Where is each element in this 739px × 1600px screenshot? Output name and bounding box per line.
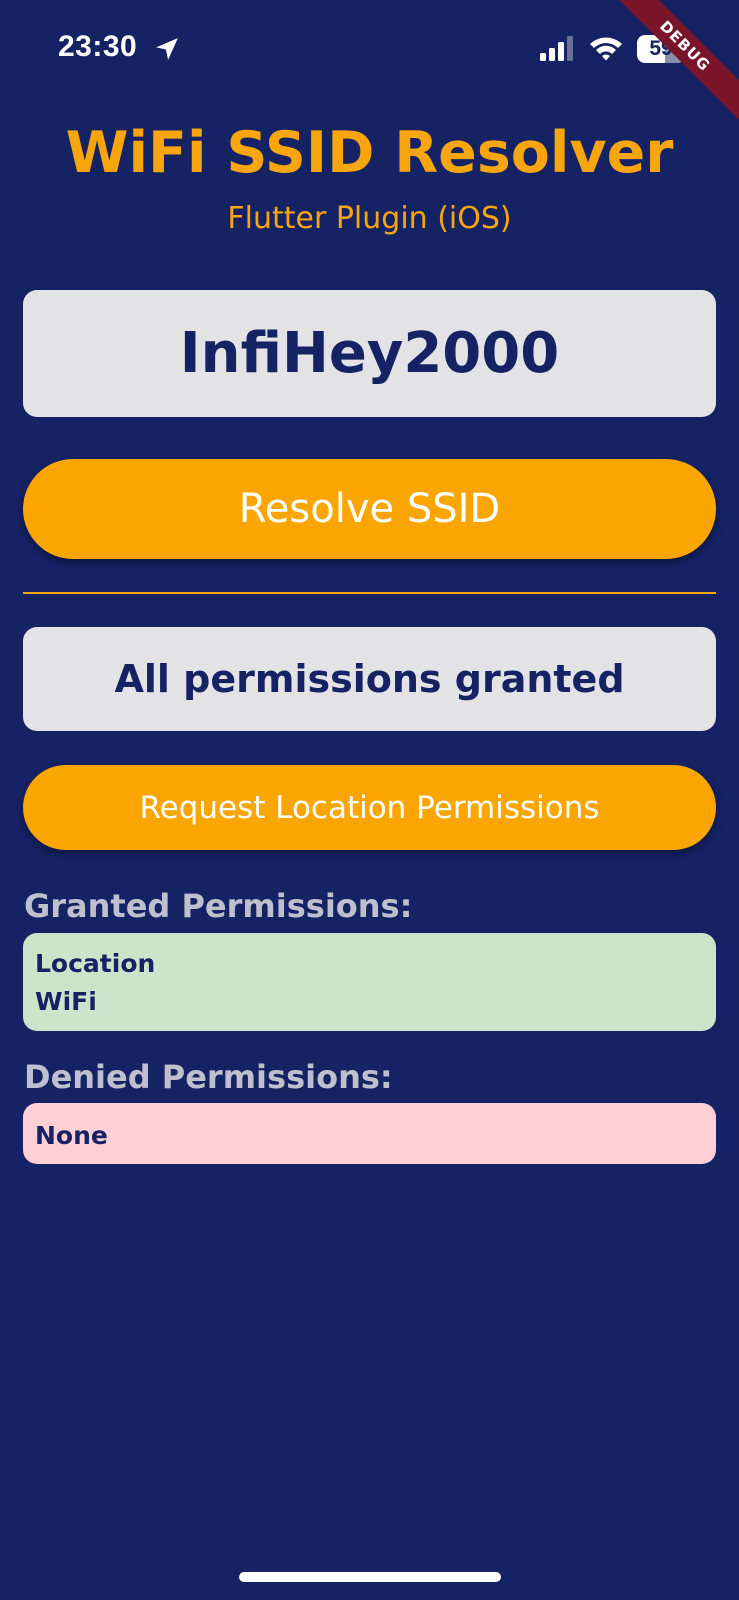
granted-permission-item: Location: [35, 949, 156, 978]
granted-permission-item: WiFi: [35, 987, 97, 1016]
denied-permissions-list: None: [23, 1103, 716, 1164]
request-permissions-button[interactable]: Request Location Permissions: [23, 765, 716, 850]
location-arrow-icon: [156, 38, 178, 60]
permission-status: All permissions granted: [23, 627, 716, 731]
cellular-signal-icon: [540, 36, 573, 61]
status-bar: 23:30 59: [0, 0, 739, 100]
home-indicator[interactable]: [239, 1572, 501, 1582]
status-time: 23:30: [58, 30, 138, 63]
denied-permissions-heading: Denied Permissions:: [24, 1058, 393, 1096]
app-subtitle: Flutter Plugin (iOS): [227, 201, 512, 236]
divider: [23, 592, 716, 594]
resolve-ssid-button[interactable]: Resolve SSID: [23, 459, 716, 559]
wifi-icon: [590, 37, 622, 61]
denied-permission-item: None: [35, 1121, 108, 1150]
granted-permissions-list: Location WiFi: [23, 933, 716, 1031]
ssid-display: InfiHey2000: [23, 290, 716, 417]
granted-permissions-heading: Granted Permissions:: [24, 887, 413, 925]
app-title: WiFi SSID Resolver: [65, 120, 674, 186]
